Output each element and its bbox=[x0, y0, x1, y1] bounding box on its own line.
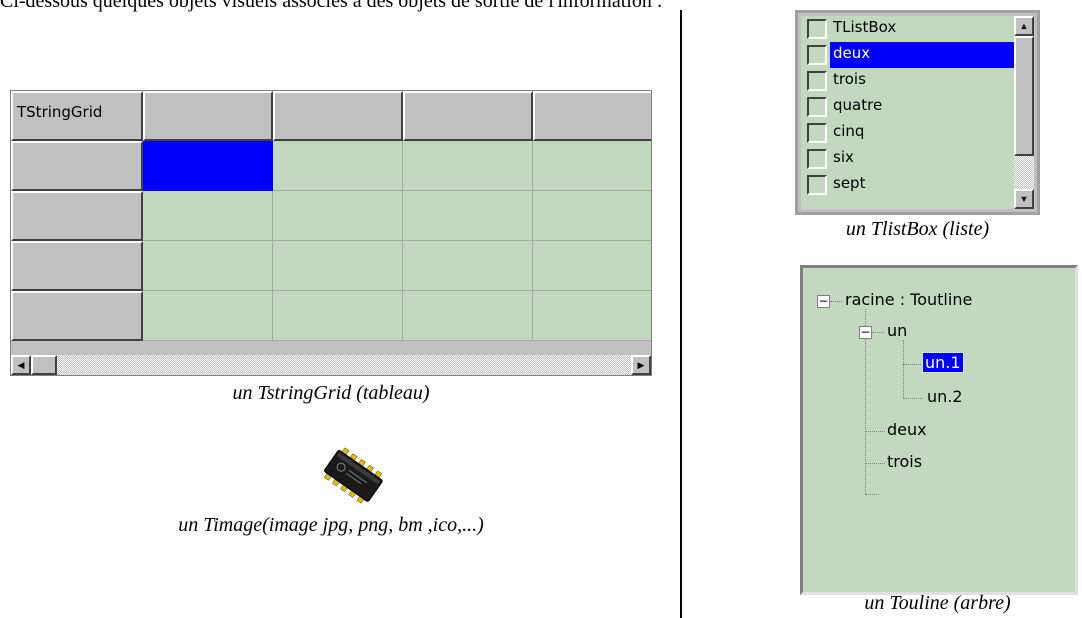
checkbox[interactable] bbox=[807, 45, 827, 65]
grid-horizontal-scrollbar[interactable]: ◀ ▶ bbox=[11, 355, 651, 375]
checkbox[interactable] bbox=[807, 123, 827, 143]
list-item[interactable]: TListBox bbox=[801, 16, 1016, 42]
intro-text: Ci-dessous quelques objets visuels assoc… bbox=[0, 0, 663, 12]
grid-cell[interactable] bbox=[273, 191, 403, 241]
grid-cell[interactable] bbox=[533, 291, 651, 341]
list-item-label: deux bbox=[833, 44, 871, 62]
list-item[interactable]: six bbox=[801, 146, 1016, 172]
tree-node-deux[interactable]: deux bbox=[887, 420, 927, 439]
grid-cell[interactable] bbox=[403, 191, 533, 241]
grid-cell[interactable] bbox=[143, 291, 273, 341]
list-item-label: cinq bbox=[833, 122, 865, 140]
grid-cell[interactable] bbox=[273, 141, 403, 191]
list-item-selected[interactable]: deux bbox=[801, 42, 1016, 68]
grid-header-label: TStringGrid bbox=[17, 103, 103, 121]
grid-row-header bbox=[11, 141, 143, 191]
grid-row-header bbox=[11, 191, 143, 241]
image-caption: un Timage(image jpg, png, bm ,ico,...) bbox=[178, 514, 484, 536]
string-grid[interactable]: TStringGrid ◀ ▶ bbox=[10, 90, 652, 376]
list-item-label: TListBox bbox=[833, 18, 897, 36]
grid-row-header bbox=[11, 291, 143, 341]
grid-fixed-cell bbox=[533, 91, 651, 141]
grid-cell[interactable] bbox=[143, 241, 273, 291]
string-grid-caption: un TstringGrid (tableau) bbox=[232, 382, 430, 404]
list-item-label: sept bbox=[833, 174, 866, 192]
outline-tree[interactable]: − racine : Toutline − un un.1 un.2 deux … bbox=[800, 265, 1078, 595]
outline-caption: un Touline (arbre) bbox=[864, 592, 1011, 614]
checkbox[interactable] bbox=[807, 71, 827, 91]
list-item-label: quatre bbox=[833, 96, 883, 114]
tree-node-root[interactable]: racine : Toutline bbox=[845, 290, 972, 309]
grid-cell[interactable] bbox=[143, 191, 273, 241]
scroll-right-icon[interactable]: ▶ bbox=[631, 355, 651, 375]
tree-node-un2[interactable]: un.2 bbox=[927, 387, 963, 406]
list-item[interactable]: trois bbox=[801, 68, 1016, 94]
listbox-vertical-scrollbar[interactable]: ▲ ▼ bbox=[1014, 16, 1034, 209]
scroll-down-icon[interactable]: ▼ bbox=[1014, 189, 1034, 209]
chip-icon bbox=[320, 447, 390, 512]
grid-cell[interactable] bbox=[533, 241, 651, 291]
list-item[interactable]: quatre bbox=[801, 94, 1016, 120]
collapse-icon[interactable]: − bbox=[859, 326, 872, 339]
checkbox[interactable] bbox=[807, 175, 827, 195]
list-item-label: trois bbox=[833, 70, 866, 88]
divider-line bbox=[680, 10, 682, 618]
checklist-box[interactable]: TListBox deux trois quatre cinq six sept bbox=[795, 10, 1040, 215]
list-item-label: six bbox=[833, 148, 854, 166]
list-item[interactable]: sept bbox=[801, 172, 1016, 198]
grid-cell[interactable] bbox=[273, 291, 403, 341]
grid-fixed-cell bbox=[403, 91, 533, 141]
tree-node-trois[interactable]: trois bbox=[887, 452, 922, 471]
grid-row-header bbox=[11, 241, 143, 291]
scroll-thumb[interactable] bbox=[1014, 36, 1034, 156]
grid-header-cell: TStringGrid bbox=[11, 91, 143, 141]
scroll-left-icon[interactable]: ◀ bbox=[11, 355, 31, 375]
scroll-up-icon[interactable]: ▲ bbox=[1014, 16, 1034, 36]
checkbox[interactable] bbox=[807, 19, 827, 39]
grid-cell[interactable] bbox=[533, 191, 651, 241]
tree-node-un[interactable]: un bbox=[887, 321, 907, 340]
listbox-caption: un TlistBox (liste) bbox=[845, 218, 990, 240]
grid-cell[interactable] bbox=[403, 241, 533, 291]
collapse-icon[interactable]: − bbox=[817, 295, 830, 308]
grid-cell[interactable] bbox=[273, 241, 403, 291]
grid-fixed-cell bbox=[273, 91, 403, 141]
grid-cell[interactable] bbox=[403, 291, 533, 341]
grid-cell[interactable] bbox=[403, 141, 533, 191]
grid-fixed-cell bbox=[143, 91, 273, 141]
tree-node-un1-selected[interactable]: un.1 bbox=[922, 352, 964, 373]
checkbox[interactable] bbox=[807, 149, 827, 169]
scroll-thumb[interactable] bbox=[31, 355, 57, 375]
list-item[interactable]: cinq bbox=[801, 120, 1016, 146]
checkbox[interactable] bbox=[807, 97, 827, 117]
grid-cell-selected[interactable] bbox=[143, 141, 273, 191]
grid-cell[interactable] bbox=[533, 141, 651, 191]
